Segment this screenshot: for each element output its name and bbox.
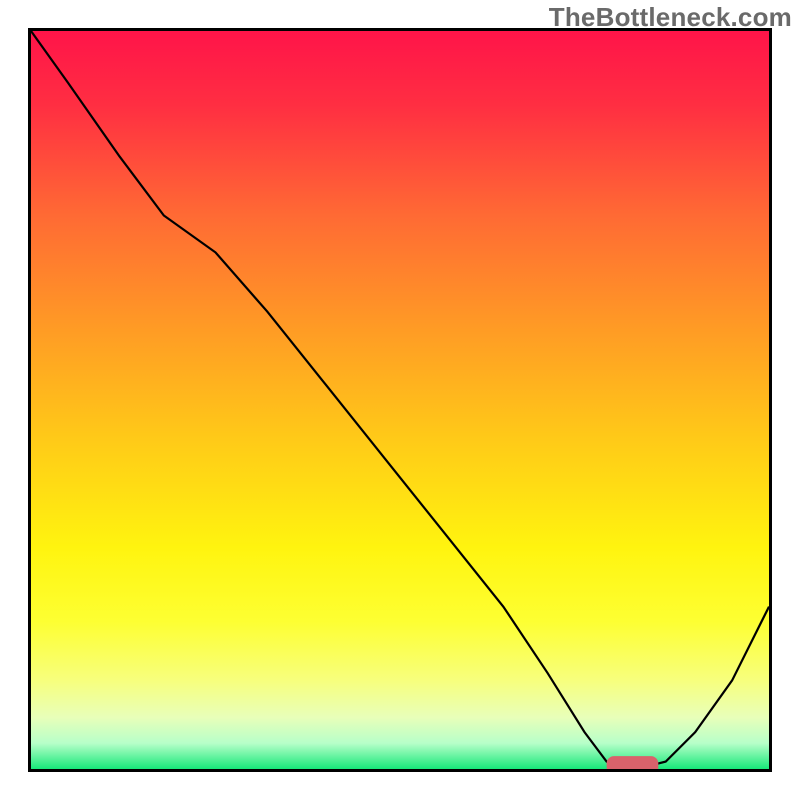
plot-area — [28, 28, 772, 772]
chart-frame: TheBottleneck.com — [0, 0, 800, 800]
optimal-marker — [31, 31, 769, 769]
